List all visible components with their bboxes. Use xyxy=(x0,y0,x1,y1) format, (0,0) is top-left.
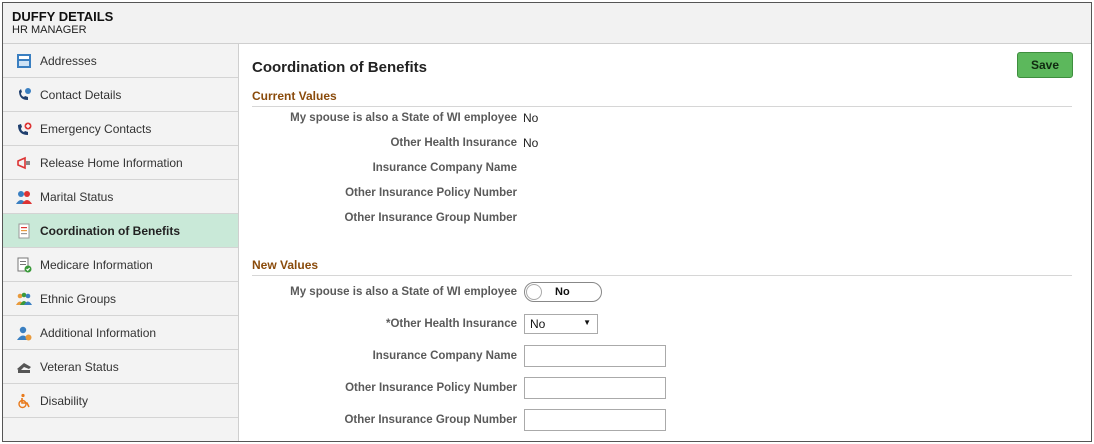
sidebar-item-emergency-contacts[interactable]: Emergency Contacts xyxy=(3,112,238,146)
sidebar-item-label: Veteran Status xyxy=(40,359,119,374)
phone-contact-icon xyxy=(15,86,32,103)
new-group-row: Other Insurance Group Number xyxy=(239,409,1059,431)
megaphone-icon xyxy=(15,154,32,171)
save-button[interactable]: Save xyxy=(1017,52,1073,78)
sidebar-item-medicare-information[interactable]: Medicare Information xyxy=(3,248,238,282)
toggle-label: No xyxy=(555,286,570,298)
current-policy-row: Other Insurance Policy Number xyxy=(239,183,1059,203)
sidebar-item-release-home-information[interactable]: Release Home Information xyxy=(3,146,238,180)
select-value: No xyxy=(530,317,546,331)
insurance-policy-number-input[interactable] xyxy=(524,377,666,399)
couple-icon xyxy=(15,188,32,205)
field-label: My spouse is also a State of WI employee xyxy=(290,286,517,298)
sidebar-item-coordination-of-benefits[interactable]: Coordination of Benefits xyxy=(3,214,238,248)
spouse-employee-toggle[interactable]: No xyxy=(524,282,602,302)
toggle-knob xyxy=(526,284,542,300)
main-content: Coordination of Benefits Save Current Va… xyxy=(239,44,1091,441)
page-title: Coordination of Benefits xyxy=(252,59,427,76)
insurance-company-name-input[interactable] xyxy=(524,345,666,367)
new-policy-row: Other Insurance Policy Number xyxy=(239,377,1059,399)
field-label: Other Insurance Group Number xyxy=(344,212,517,224)
person-info-icon xyxy=(15,324,32,341)
sidebar-item-veteran-status[interactable]: Veteran Status xyxy=(3,350,238,384)
sidebar-item-ethnic-groups[interactable]: Ethnic Groups xyxy=(3,282,238,316)
role-label: HR MANAGER xyxy=(12,24,87,36)
current-company-row: Insurance Company Name xyxy=(239,158,1059,178)
sidebar-item-label: Ethnic Groups xyxy=(40,291,117,306)
other-health-insurance-select[interactable]: No ▼ xyxy=(524,314,598,334)
sidebar-item-disability[interactable]: Disability xyxy=(3,384,238,418)
current-spouse-row: My spouse is also a State of WI employee… xyxy=(239,108,1059,128)
app-frame: DUFFY DETAILS HR MANAGER Addresses Conta… xyxy=(2,2,1092,442)
sidebar-item-label: Disability xyxy=(40,393,89,408)
field-label: Other Insurance Policy Number xyxy=(345,187,517,199)
field-label: My spouse is also a State of WI employee xyxy=(290,112,517,124)
field-label: Insurance Company Name xyxy=(372,350,517,362)
sidebar-item-marital-status[interactable]: Marital Status xyxy=(3,180,238,214)
sidebar-item-additional-information[interactable]: Additional Information xyxy=(3,316,238,350)
new-health-row: *Other Health Insurance No ▼ xyxy=(239,314,1059,334)
current-health-row: Other Health Insurance No xyxy=(239,133,1059,153)
sidebar-item-label: Additional Information xyxy=(40,325,157,340)
benefits-document-icon xyxy=(15,222,32,239)
wheelchair-icon xyxy=(15,392,32,409)
group-icon xyxy=(15,290,32,307)
field-value: No xyxy=(523,136,539,150)
emergency-phone-icon xyxy=(15,120,32,137)
field-value: No xyxy=(523,111,539,125)
sidebar: Addresses Contact Details Emergency Cont… xyxy=(3,44,239,441)
current-values-heading: Current Values xyxy=(252,89,1072,107)
sidebar-item-label: Emergency Contacts xyxy=(40,121,152,136)
sidebar-item-label: Release Home Information xyxy=(40,155,183,170)
dropdown-arrow-icon: ▼ xyxy=(583,318,591,327)
sidebar-item-label: Contact Details xyxy=(40,87,122,102)
address-card-icon xyxy=(15,52,32,69)
field-label: Other Insurance Group Number xyxy=(344,414,517,426)
salute-icon xyxy=(15,358,32,375)
new-values-heading: New Values xyxy=(252,258,1072,276)
sidebar-item-label: Coordination of Benefits xyxy=(40,223,180,238)
employee-name: DUFFY DETAILS xyxy=(12,9,114,24)
sidebar-item-label: Addresses xyxy=(40,53,97,68)
medicare-check-icon xyxy=(15,256,32,273)
field-label: Other Insurance Policy Number xyxy=(345,382,517,394)
field-label: Other Health Insurance xyxy=(390,137,517,149)
new-company-row: Insurance Company Name xyxy=(239,345,1059,367)
sidebar-item-contact-details[interactable]: Contact Details xyxy=(3,78,238,112)
sidebar-item-addresses[interactable]: Addresses xyxy=(3,44,238,78)
current-group-row: Other Insurance Group Number xyxy=(239,208,1059,228)
sidebar-item-label: Medicare Information xyxy=(40,257,153,272)
page-header: DUFFY DETAILS HR MANAGER xyxy=(3,3,1091,44)
new-spouse-row: My spouse is also a State of WI employee… xyxy=(239,282,1059,302)
sidebar-item-label: Marital Status xyxy=(40,189,114,204)
field-label: Insurance Company Name xyxy=(372,162,517,174)
insurance-group-number-input[interactable] xyxy=(524,409,666,431)
field-label: *Other Health Insurance xyxy=(385,318,517,330)
